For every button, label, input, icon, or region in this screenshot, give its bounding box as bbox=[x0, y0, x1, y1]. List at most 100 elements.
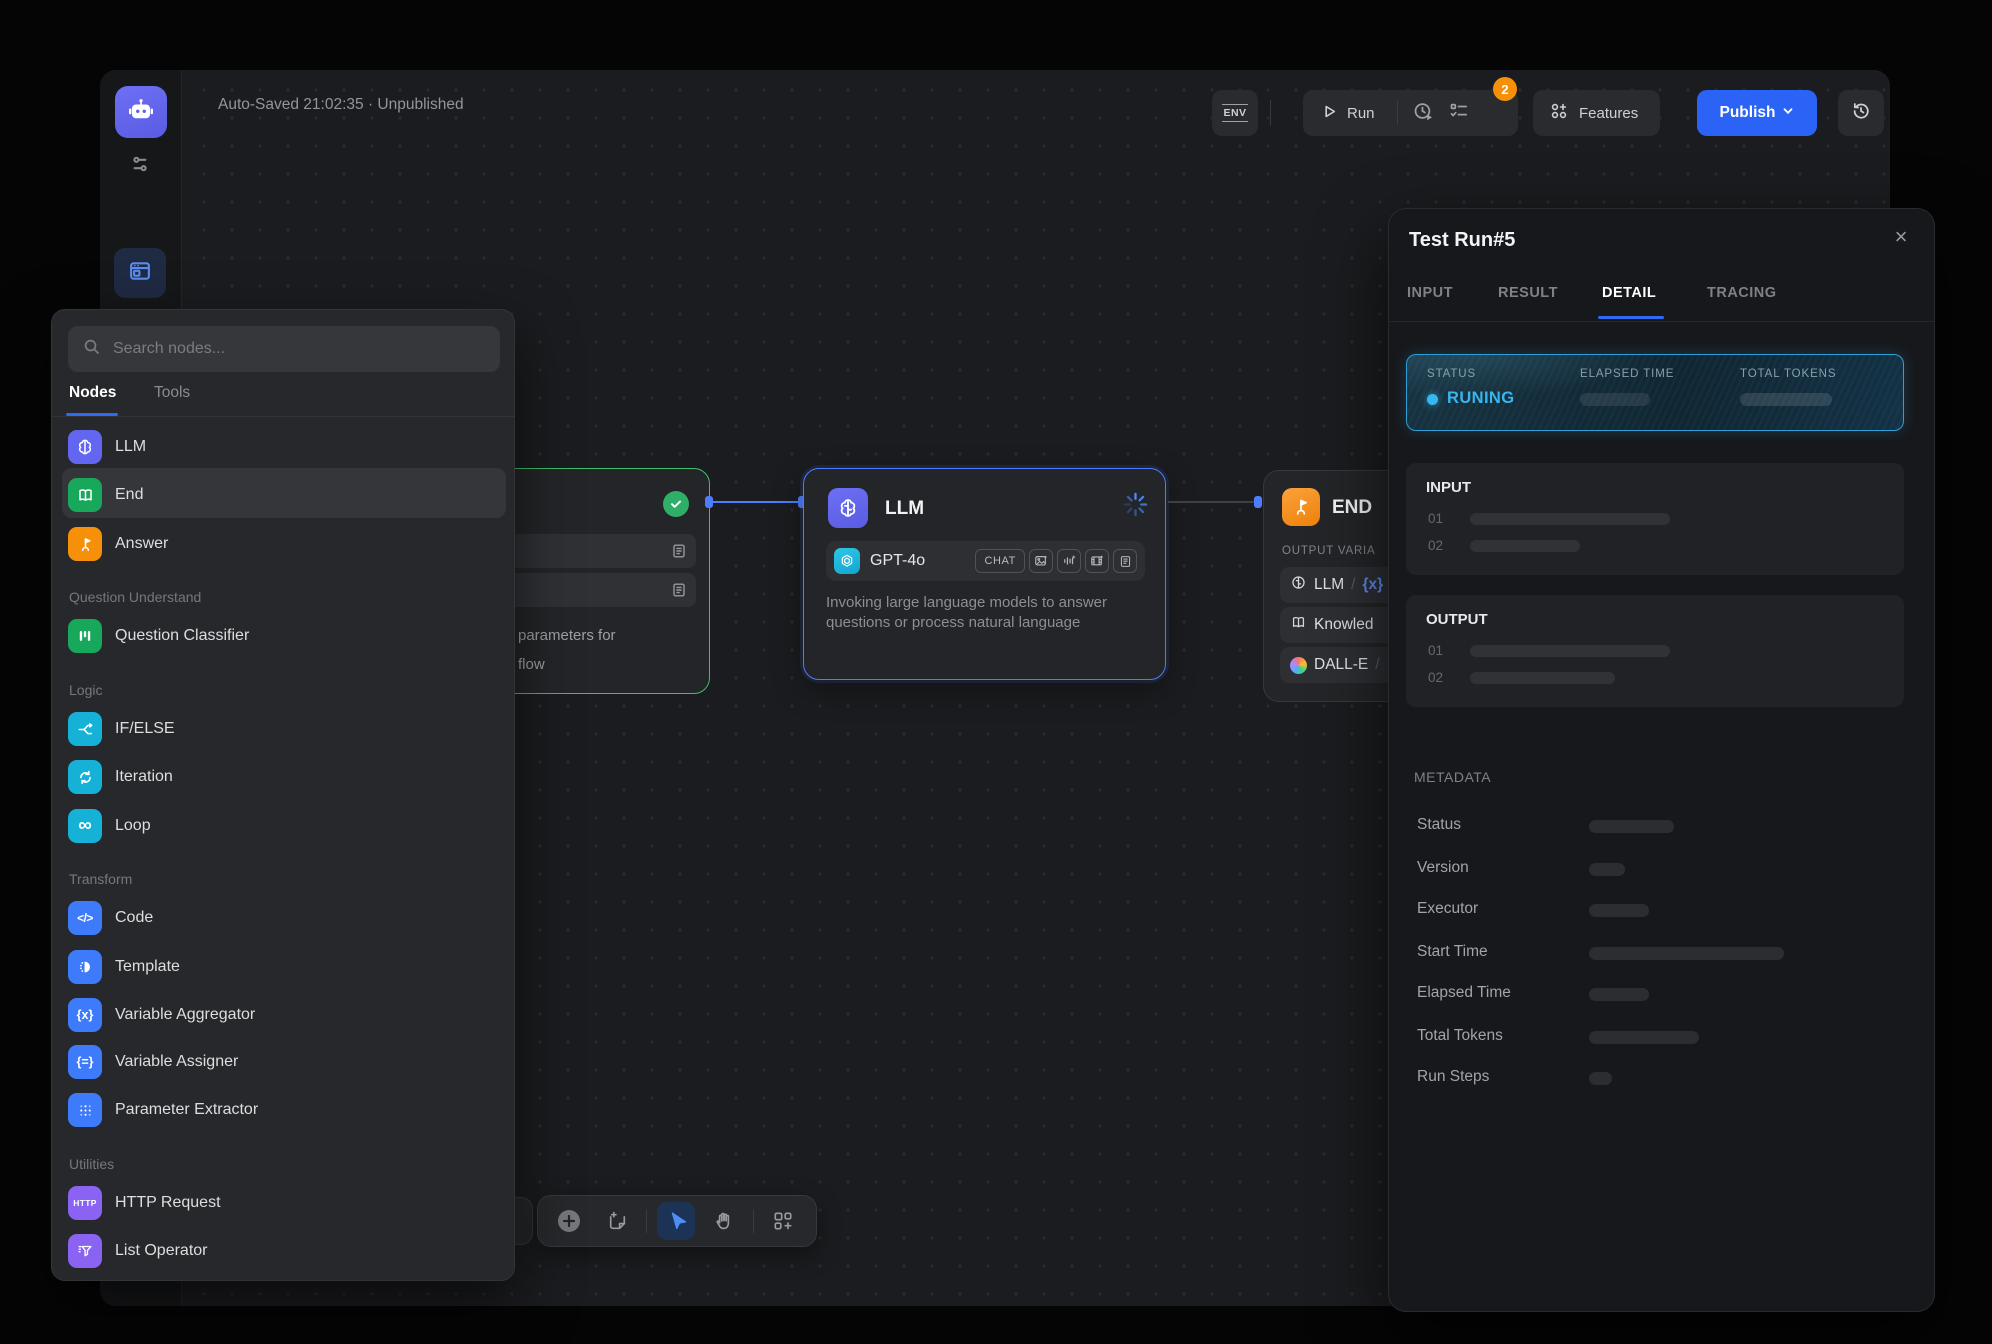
tab-input[interactable]: INPUT bbox=[1407, 285, 1453, 301]
hand-tool-button[interactable] bbox=[705, 1202, 743, 1240]
tab-nodes[interactable]: Nodes bbox=[69, 384, 116, 402]
tab-result[interactable]: RESULT bbox=[1498, 285, 1558, 301]
row-index: 01 bbox=[1428, 511, 1443, 526]
success-check-icon bbox=[663, 491, 689, 517]
timer-icon[interactable] bbox=[1412, 100, 1434, 126]
app-root: Auto-Saved 21:02:35 · Unpublished ENV Ru… bbox=[0, 0, 1992, 1344]
node-palette-panel: Nodes Tools LLM End Answer Question Unde… bbox=[51, 309, 515, 1281]
preview-panel-button[interactable] bbox=[114, 248, 166, 298]
vision-icon bbox=[1029, 549, 1053, 573]
palette-item-label: IF/ELSE bbox=[115, 720, 175, 738]
palette-item-label: LLM bbox=[115, 438, 146, 456]
close-icon[interactable]: × bbox=[1885, 221, 1917, 253]
palette-item-iteration[interactable]: Iteration bbox=[68, 753, 500, 801]
section-logic: Logic bbox=[69, 682, 102, 698]
palette-item-parameter-extractor[interactable]: Parameter Extractor bbox=[68, 1086, 500, 1134]
palette-item-if-else[interactable]: IF/ELSE bbox=[68, 705, 500, 753]
autosave-status: Auto-Saved 21:02:35 · Unpublished bbox=[218, 96, 464, 114]
run-button[interactable]: Run bbox=[1321, 103, 1375, 124]
run-group-divider bbox=[1397, 101, 1398, 125]
http-icon: HTTP bbox=[68, 1186, 102, 1220]
workflow-settings-icon[interactable] bbox=[128, 152, 152, 176]
canvas-toolbar bbox=[537, 1195, 817, 1247]
loop-infinity-icon: ∞ bbox=[68, 809, 102, 843]
palette-item-variable-assigner[interactable]: {=} Variable Assigner bbox=[68, 1038, 500, 1086]
checklist-badge: 2 bbox=[1493, 77, 1517, 101]
checklist-icon[interactable] bbox=[1448, 100, 1470, 126]
palette-item-label: Variable Assigner bbox=[115, 1053, 238, 1071]
value-skeleton bbox=[1470, 540, 1580, 552]
palette-item-loop[interactable]: ∞ Loop bbox=[68, 802, 500, 850]
knowledge-book-icon bbox=[1290, 614, 1307, 636]
palette-item-label: HTTP Request bbox=[115, 1194, 221, 1212]
features-icon bbox=[1549, 101, 1569, 125]
chevron-down-icon bbox=[1782, 104, 1794, 122]
palette-item-variable-aggregator[interactable]: {x} Variable Aggregator bbox=[68, 991, 500, 1039]
status-label: STATUS bbox=[1427, 368, 1476, 380]
palette-item-http-request[interactable]: HTTP HTTP Request bbox=[68, 1179, 500, 1227]
palette-item-label: Answer bbox=[115, 535, 168, 553]
meta-run-steps-label: Run Steps bbox=[1417, 1068, 1489, 1086]
palette-item-code[interactable]: </> Code bbox=[68, 894, 500, 942]
meta-skeleton bbox=[1589, 988, 1649, 1001]
model-selector[interactable]: GPT-4o CHAT bbox=[826, 541, 1145, 581]
llm-node[interactable]: LLM GPT-4o CHAT Invoking large language … bbox=[803, 468, 1166, 680]
run-group: Run 2 bbox=[1303, 90, 1518, 136]
publish-label: Publish bbox=[1720, 104, 1776, 122]
search-box[interactable] bbox=[68, 326, 500, 372]
add-node-button[interactable] bbox=[550, 1202, 588, 1240]
app-logo[interactable] bbox=[115, 86, 167, 138]
section-question-understand: Question Understand bbox=[69, 589, 201, 605]
palette-item-list-operator[interactable]: List Operator bbox=[68, 1227, 500, 1275]
run-panel-title: Test Run#5 bbox=[1409, 229, 1515, 252]
palette-item-llm[interactable]: LLM bbox=[68, 423, 500, 471]
palette-item-end[interactable]: End bbox=[68, 471, 500, 519]
features-button[interactable]: Features bbox=[1533, 90, 1660, 136]
meta-skeleton bbox=[1589, 904, 1649, 917]
pointer-tool-button[interactable] bbox=[657, 1202, 695, 1240]
palette-item-answer[interactable]: Answer bbox=[68, 520, 500, 568]
history-button[interactable] bbox=[1838, 90, 1884, 136]
toolbar-divider bbox=[1270, 100, 1271, 126]
llm-node-title: LLM bbox=[885, 498, 924, 520]
output-variables-label: OUTPUT VARIA bbox=[1282, 545, 1376, 557]
variable-aggregator-icon: {x} bbox=[68, 998, 102, 1032]
palette-item-label: Template bbox=[115, 958, 180, 976]
publish-button[interactable]: Publish bbox=[1697, 90, 1817, 136]
meta-skeleton bbox=[1589, 1031, 1699, 1044]
elapsed-skeleton bbox=[1580, 393, 1650, 406]
chat-mode-badge: CHAT bbox=[975, 549, 1025, 573]
row-index: 01 bbox=[1428, 643, 1443, 658]
add-note-button[interactable] bbox=[598, 1202, 636, 1240]
loading-spinner bbox=[1122, 491, 1149, 523]
window-icon bbox=[127, 258, 153, 289]
meta-skeleton bbox=[1589, 820, 1674, 833]
tokens-skeleton bbox=[1740, 393, 1832, 406]
palette-item-label: List Operator bbox=[115, 1242, 207, 1260]
tab-tracing[interactable]: TRACING bbox=[1707, 285, 1777, 301]
row-index: 02 bbox=[1428, 538, 1443, 553]
edge-source-handle[interactable] bbox=[705, 496, 713, 508]
total-tokens-label: TOTAL TOKENS bbox=[1740, 368, 1836, 380]
document-icon bbox=[671, 543, 687, 564]
search-input[interactable] bbox=[111, 339, 486, 359]
palette-item-question-classifier[interactable]: Question Classifier bbox=[68, 612, 500, 660]
meta-skeleton bbox=[1589, 947, 1784, 960]
value-skeleton bbox=[1470, 672, 1615, 684]
palette-item-label: End bbox=[115, 486, 143, 504]
list-operator-funnel-icon bbox=[68, 1234, 102, 1268]
tab-detail[interactable]: DETAIL bbox=[1602, 285, 1656, 301]
palette-item-template[interactable]: Template bbox=[68, 943, 500, 991]
code-icon: </> bbox=[68, 901, 102, 935]
palette-item-label: Variable Aggregator bbox=[115, 1006, 255, 1024]
organize-nodes-button[interactable] bbox=[764, 1202, 802, 1240]
edge-target-handle[interactable] bbox=[1254, 496, 1262, 508]
start-node-description: parameters for flow bbox=[518, 621, 616, 679]
output-title: OUTPUT bbox=[1426, 611, 1488, 628]
separator: / bbox=[1351, 576, 1355, 594]
elapsed-time-label: ELAPSED TIME bbox=[1580, 368, 1674, 380]
end-var-name: DALL-E bbox=[1314, 656, 1368, 674]
end-var-name: Knowled bbox=[1314, 616, 1373, 634]
env-button[interactable]: ENV bbox=[1212, 90, 1258, 136]
tab-tools[interactable]: Tools bbox=[154, 384, 190, 402]
